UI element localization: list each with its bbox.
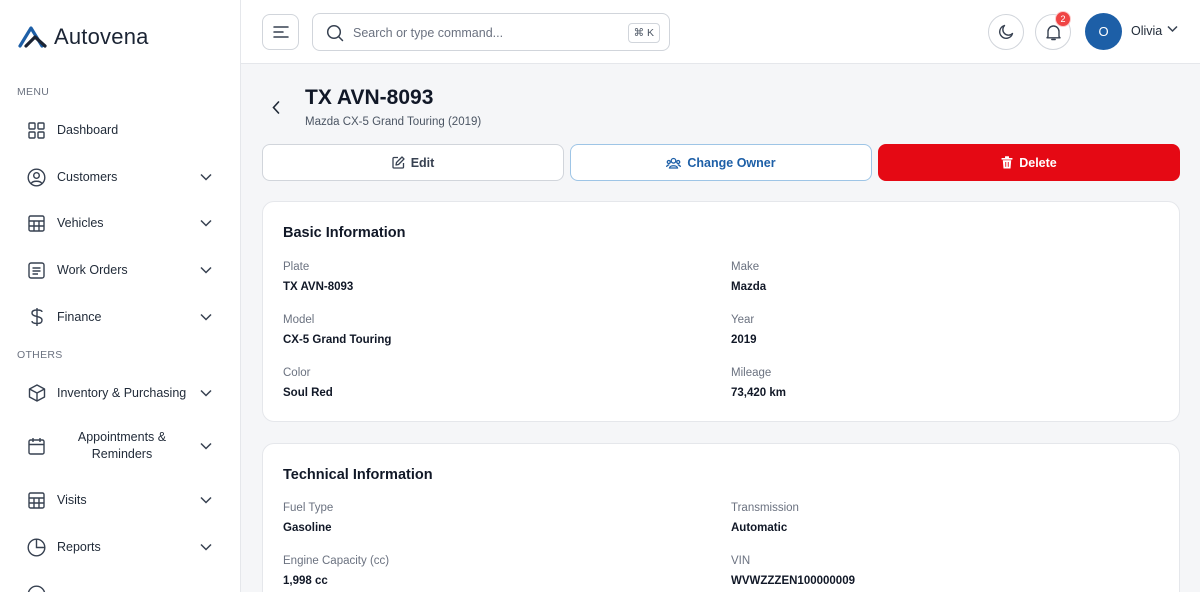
field-value: Soul Red — [283, 387, 333, 399]
edit-button-label: Edit — [410, 155, 435, 170]
logo-icon — [18, 26, 47, 48]
field-value: Gasoline — [283, 522, 332, 534]
change-owner-button[interactable]: Change Owner — [570, 144, 872, 181]
chevron-down-icon[interactable] — [199, 263, 213, 277]
app-logo[interactable]: Autovena — [18, 24, 149, 50]
edit-button[interactable]: Edit — [262, 144, 564, 181]
table-icon — [27, 491, 46, 510]
chevron-down-icon[interactable] — [199, 216, 213, 230]
chevron-left-icon — [272, 100, 280, 114]
menu-icon — [272, 26, 289, 38]
sidebar: Autovena MENU Dashboard Customers Vehicl… — [0, 0, 241, 592]
field-label: Plate — [283, 261, 310, 273]
notifications-button[interactable]: 2 — [1035, 11, 1071, 50]
field-label: Mileage — [731, 367, 772, 379]
technical-information-card: Technical Information Fuel Type Gasoline… — [262, 443, 1180, 592]
chevron-down-icon[interactable] — [199, 386, 213, 400]
table-icon — [27, 214, 46, 233]
card-title: Basic Information — [283, 225, 406, 241]
avatar[interactable]: O — [1085, 13, 1122, 50]
users-icon — [666, 157, 682, 169]
user-circle-icon — [27, 167, 46, 187]
sidebar-item-reports[interactable]: Reports — [0, 527, 240, 567]
sidebar-item-label: Work Orders — [57, 263, 128, 277]
field-value: Automatic — [731, 522, 788, 534]
page-title: TX AVN-8093 — [305, 86, 434, 109]
pie-chart-icon — [27, 537, 46, 557]
field-label: Make — [731, 261, 760, 273]
field-value: Mazda — [731, 281, 767, 293]
delete-button[interactable]: Delete — [878, 144, 1180, 181]
field-label: Model — [283, 314, 315, 326]
sidebar-item-appointments[interactable]: Appointments & Reminders — [0, 426, 240, 466]
search-icon — [326, 24, 344, 42]
field-value: 2019 — [731, 334, 757, 346]
menu-section-label: MENU — [17, 86, 50, 98]
chevron-down-icon[interactable] — [199, 170, 213, 184]
notification-count-badge: 2 — [1055, 11, 1071, 27]
edit-icon — [392, 156, 405, 169]
sidebar-item-label: Customers — [57, 170, 118, 184]
dollar-icon — [27, 308, 46, 327]
moon-icon — [999, 24, 1014, 39]
topbar: ⌘ K 2 O Olivia — [241, 0, 1200, 64]
field-value: TX AVN-8093 — [283, 281, 354, 293]
search-input[interactable] — [353, 23, 613, 43]
sidebar-item-customers[interactable]: Customers — [0, 157, 240, 197]
basic-information-card: Basic Information Plate TX AVN-8093 Make… — [262, 201, 1180, 422]
delete-button-label: Delete — [1019, 155, 1057, 170]
sidebar-item-vehicles[interactable]: Vehicles — [0, 203, 240, 243]
sidebar-item-label: Dashboard — [57, 123, 119, 137]
field-value: 73,420 km — [731, 387, 786, 399]
grid-icon — [27, 121, 46, 140]
sidebar-item-visits[interactable]: Visits — [0, 480, 240, 520]
sidebar-item-label: Vehicles — [57, 216, 104, 230]
theme-toggle-button[interactable] — [988, 14, 1024, 50]
field-value: WVWZZZEN100000009 — [731, 575, 855, 587]
chevron-down-icon[interactable] — [199, 493, 213, 507]
field-label: Fuel Type — [283, 502, 334, 514]
chevron-down-icon[interactable] — [1167, 25, 1178, 33]
sidebar-item-work-orders[interactable]: Work Orders — [0, 250, 240, 290]
field-label: Engine Capacity (cc) — [283, 555, 390, 567]
app-name: Autovena — [54, 24, 149, 49]
sidebar-item-finance[interactable]: Finance — [0, 297, 240, 337]
field-label: Year — [731, 314, 755, 326]
field-value: 1,998 cc — [283, 575, 328, 587]
card-title: Technical Information — [283, 467, 433, 483]
field-label: VIN — [731, 555, 751, 567]
sidebar-item-label: Visits — [57, 493, 87, 507]
chevron-down-icon[interactable] — [199, 439, 213, 453]
page-subtitle: Mazda CX-5 Grand Touring (2019) — [305, 116, 482, 128]
field-value: CX-5 Grand Touring — [283, 334, 392, 346]
chevron-down-icon[interactable] — [199, 310, 213, 324]
sidebar-item-partial[interactable] — [0, 574, 240, 592]
sidebar-toggle-button[interactable] — [262, 14, 299, 50]
box-icon — [27, 384, 46, 403]
sidebar-item-inventory[interactable]: Inventory & Purchasing — [0, 373, 240, 413]
back-button[interactable] — [268, 98, 284, 116]
chevron-down-icon[interactable] — [199, 540, 213, 554]
document-icon — [27, 261, 46, 280]
sidebar-item-label: Inventory & Purchasing — [57, 386, 187, 400]
sidebar-item-label: Reports — [57, 540, 101, 554]
sidebar-item-label: Finance — [57, 310, 102, 324]
search-shortcut-badge: ⌘ K — [627, 23, 660, 43]
change-owner-button-label: Change Owner — [687, 155, 776, 170]
calendar-icon — [27, 437, 46, 456]
sidebar-item-dashboard[interactable]: Dashboard — [0, 110, 240, 150]
user-name[interactable]: Olivia — [1131, 24, 1162, 38]
search-box[interactable]: ⌘ K — [312, 13, 670, 51]
circle-icon — [27, 585, 46, 592]
field-label: Color — [283, 367, 311, 379]
sidebar-item-label: Appointments & Reminders — [77, 430, 167, 461]
others-section-label: OTHERS — [17, 349, 63, 361]
field-label: Transmission — [731, 502, 799, 514]
trash-icon — [1001, 156, 1013, 169]
